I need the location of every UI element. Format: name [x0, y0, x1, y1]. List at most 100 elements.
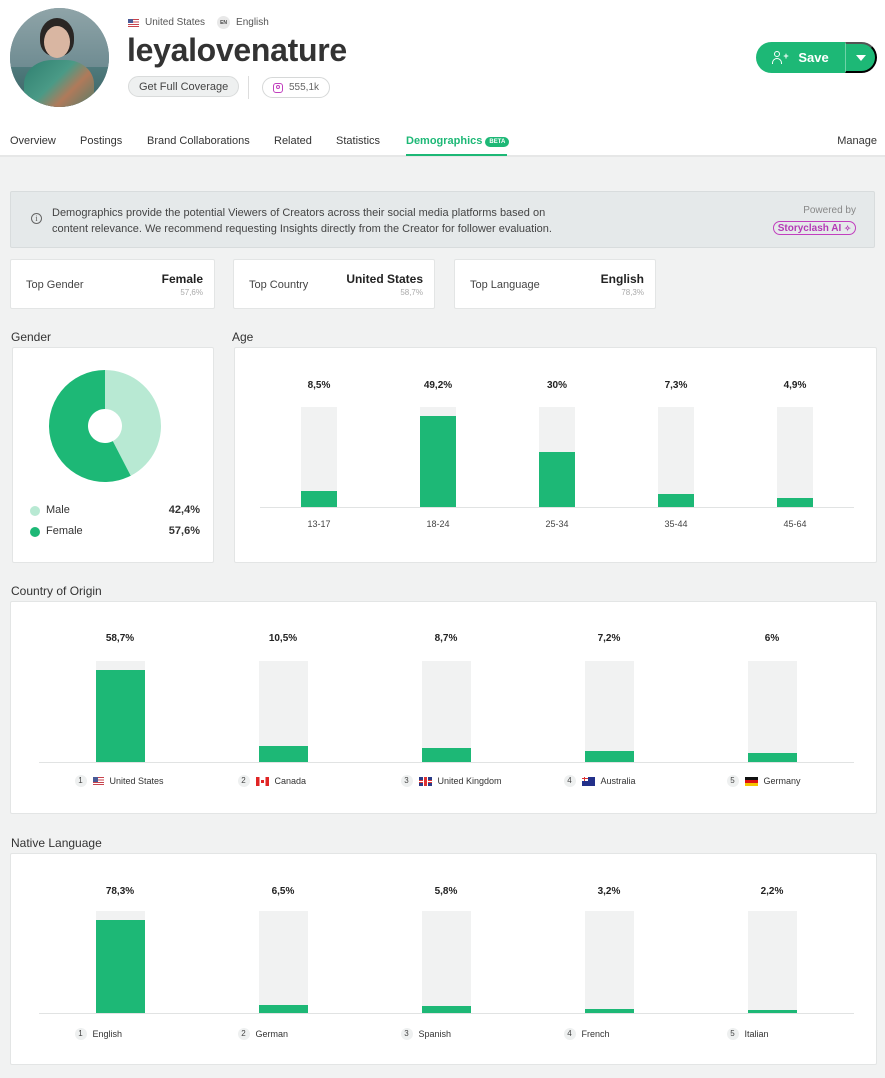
bar-track	[258, 661, 308, 762]
instagram-followers-pill[interactable]: 555,1k	[262, 77, 331, 98]
bar-united-states	[95, 670, 145, 762]
rank-badge: 5	[726, 1028, 739, 1040]
language-title: Native Language	[11, 836, 102, 850]
profile-meta: United States EN English	[128, 16, 269, 29]
legend-male-value: 42,4%	[168, 504, 200, 516]
legend-male: Male 42,4%	[30, 504, 200, 518]
top-country-label: Top Country	[249, 279, 309, 291]
category-label-french: 4 French	[563, 1028, 610, 1040]
rank-badge: 3	[400, 1028, 413, 1040]
top-gender-percent: 57,6%	[180, 288, 203, 297]
top-language-value: English	[600, 272, 644, 286]
save-dropdown-button[interactable]	[845, 42, 877, 73]
category-label-35-44: 35-44	[664, 519, 688, 529]
age-panel: 8,5% 13-17 49,2% 18-24 30% 25-34 7,3% 35-44 4,9%…	[234, 347, 877, 563]
top-language-label: Top Language	[470, 279, 540, 291]
save-button[interactable]: + Save	[756, 42, 845, 73]
category-label-spanish: 3 Spanish	[400, 1028, 451, 1040]
country-panel: 58,7% 1 United States 10,5% 2 Canada 8,7% 3 Unit…	[10, 601, 877, 814]
germany-flag-icon	[744, 776, 758, 786]
united-kingdom-flag-icon	[418, 776, 432, 786]
category-label-english: 1 English	[74, 1028, 122, 1040]
bar-value-label: 7,3%	[664, 380, 688, 391]
bar-track	[420, 407, 456, 507]
bar-value-label: 3,2%	[597, 886, 621, 897]
us-flag-icon	[128, 18, 139, 27]
get-full-coverage-button[interactable]: Get Full Coverage	[128, 76, 240, 97]
bar-track	[658, 407, 694, 507]
bar-value-label: 6%	[764, 633, 780, 644]
tab-statistics[interactable]: Statistics	[336, 135, 380, 147]
gender-panel: Male 42,4% Female 57,6%	[12, 347, 214, 563]
rank-badge: 5	[726, 775, 739, 787]
tab-demographics[interactable]: Demographics BETA	[406, 135, 510, 147]
tab-postings[interactable]: Postings	[80, 135, 122, 147]
australia-flag-icon	[581, 776, 595, 786]
manage-button[interactable]: Manage	[837, 135, 877, 147]
category-label-45-64: 45-64	[783, 519, 807, 529]
rank-badge: 1	[74, 775, 87, 787]
bar-track	[421, 911, 471, 1013]
active-tab-indicator	[406, 154, 507, 156]
bar-track	[95, 661, 145, 762]
category-label-united-states: 1 United States	[74, 775, 164, 787]
storyclash-ai-badge[interactable]: Storyclash AI ✧	[772, 221, 856, 235]
instagram-follower-count: 555,1k	[289, 82, 320, 93]
bar-value-label: 7,2%	[597, 633, 621, 644]
bar-18-24	[420, 416, 456, 507]
top-gender-value: Female	[161, 272, 203, 286]
bar-english	[95, 920, 145, 1013]
tab-related[interactable]: Related	[274, 135, 312, 147]
united-states-flag-icon	[92, 777, 104, 785]
category-name: United States	[109, 776, 164, 786]
bar-germany	[747, 752, 797, 762]
gender-title: Gender	[11, 330, 52, 344]
category-label-australia: 4 Australia	[563, 775, 636, 787]
divider	[248, 76, 249, 99]
tab-bar: Overview Postings Brand Collaborations R…	[0, 128, 885, 156]
female-color-dot	[30, 527, 40, 537]
age-title: Age	[232, 330, 254, 344]
category-label-italian: 5 Italian	[726, 1028, 769, 1040]
avatar	[10, 8, 109, 107]
bar-track	[584, 661, 634, 762]
chart-baseline	[39, 1013, 854, 1014]
country-title: Country of Origin	[11, 584, 102, 598]
tab-overview[interactable]: Overview	[10, 135, 56, 147]
bar-track	[258, 911, 308, 1013]
category-name: Italian	[744, 1029, 769, 1039]
storyclash-ai-label: Storyclash AI	[777, 222, 842, 234]
category-name: Australia	[600, 776, 636, 786]
bar-value-label: 30%	[546, 380, 567, 391]
language-panel: 78,3% 1 English 6,5% 2 German 5,8% 3 Spanish 3,2%…	[10, 853, 877, 1065]
tab-brand-collaborations[interactable]: Brand Collaborations	[147, 135, 250, 147]
info-icon: i	[31, 213, 42, 224]
bar-value-label: 58,7%	[105, 633, 135, 644]
bar-italian	[747, 1010, 797, 1013]
category-name: German	[255, 1029, 289, 1039]
top-gender-label: Top Gender	[26, 279, 84, 291]
category-name: United Kingdom	[437, 776, 502, 786]
bar-value-label: 6,5%	[271, 886, 295, 897]
top-country-percent: 58,7%	[400, 288, 423, 297]
bar-track	[301, 407, 337, 507]
chart-baseline	[260, 507, 854, 508]
bar-value-label: 5,8%	[434, 886, 458, 897]
powered-by-label: Powered by	[803, 205, 856, 216]
category-name: Canada	[274, 776, 307, 786]
profile-country: United States	[145, 17, 206, 28]
category-label-united-kingdom: 3 United Kingdom	[400, 775, 502, 787]
bar-german	[258, 1005, 308, 1013]
category-name: French	[581, 1029, 610, 1039]
bar-value-label: 4,9%	[783, 380, 807, 391]
bar-45-64	[777, 497, 813, 507]
top-gender-card: Top Gender Female 57,6%	[10, 259, 215, 309]
bar-value-label: 2,2%	[760, 886, 784, 897]
chart-baseline	[39, 762, 854, 763]
rank-badge: 4	[563, 775, 576, 787]
bar-35-44	[658, 493, 694, 507]
instagram-icon	[273, 82, 283, 93]
tab-demographics-label: Demographics	[406, 135, 483, 147]
bar-united-kingdom	[421, 748, 471, 762]
beta-badge: BETA	[485, 137, 510, 147]
